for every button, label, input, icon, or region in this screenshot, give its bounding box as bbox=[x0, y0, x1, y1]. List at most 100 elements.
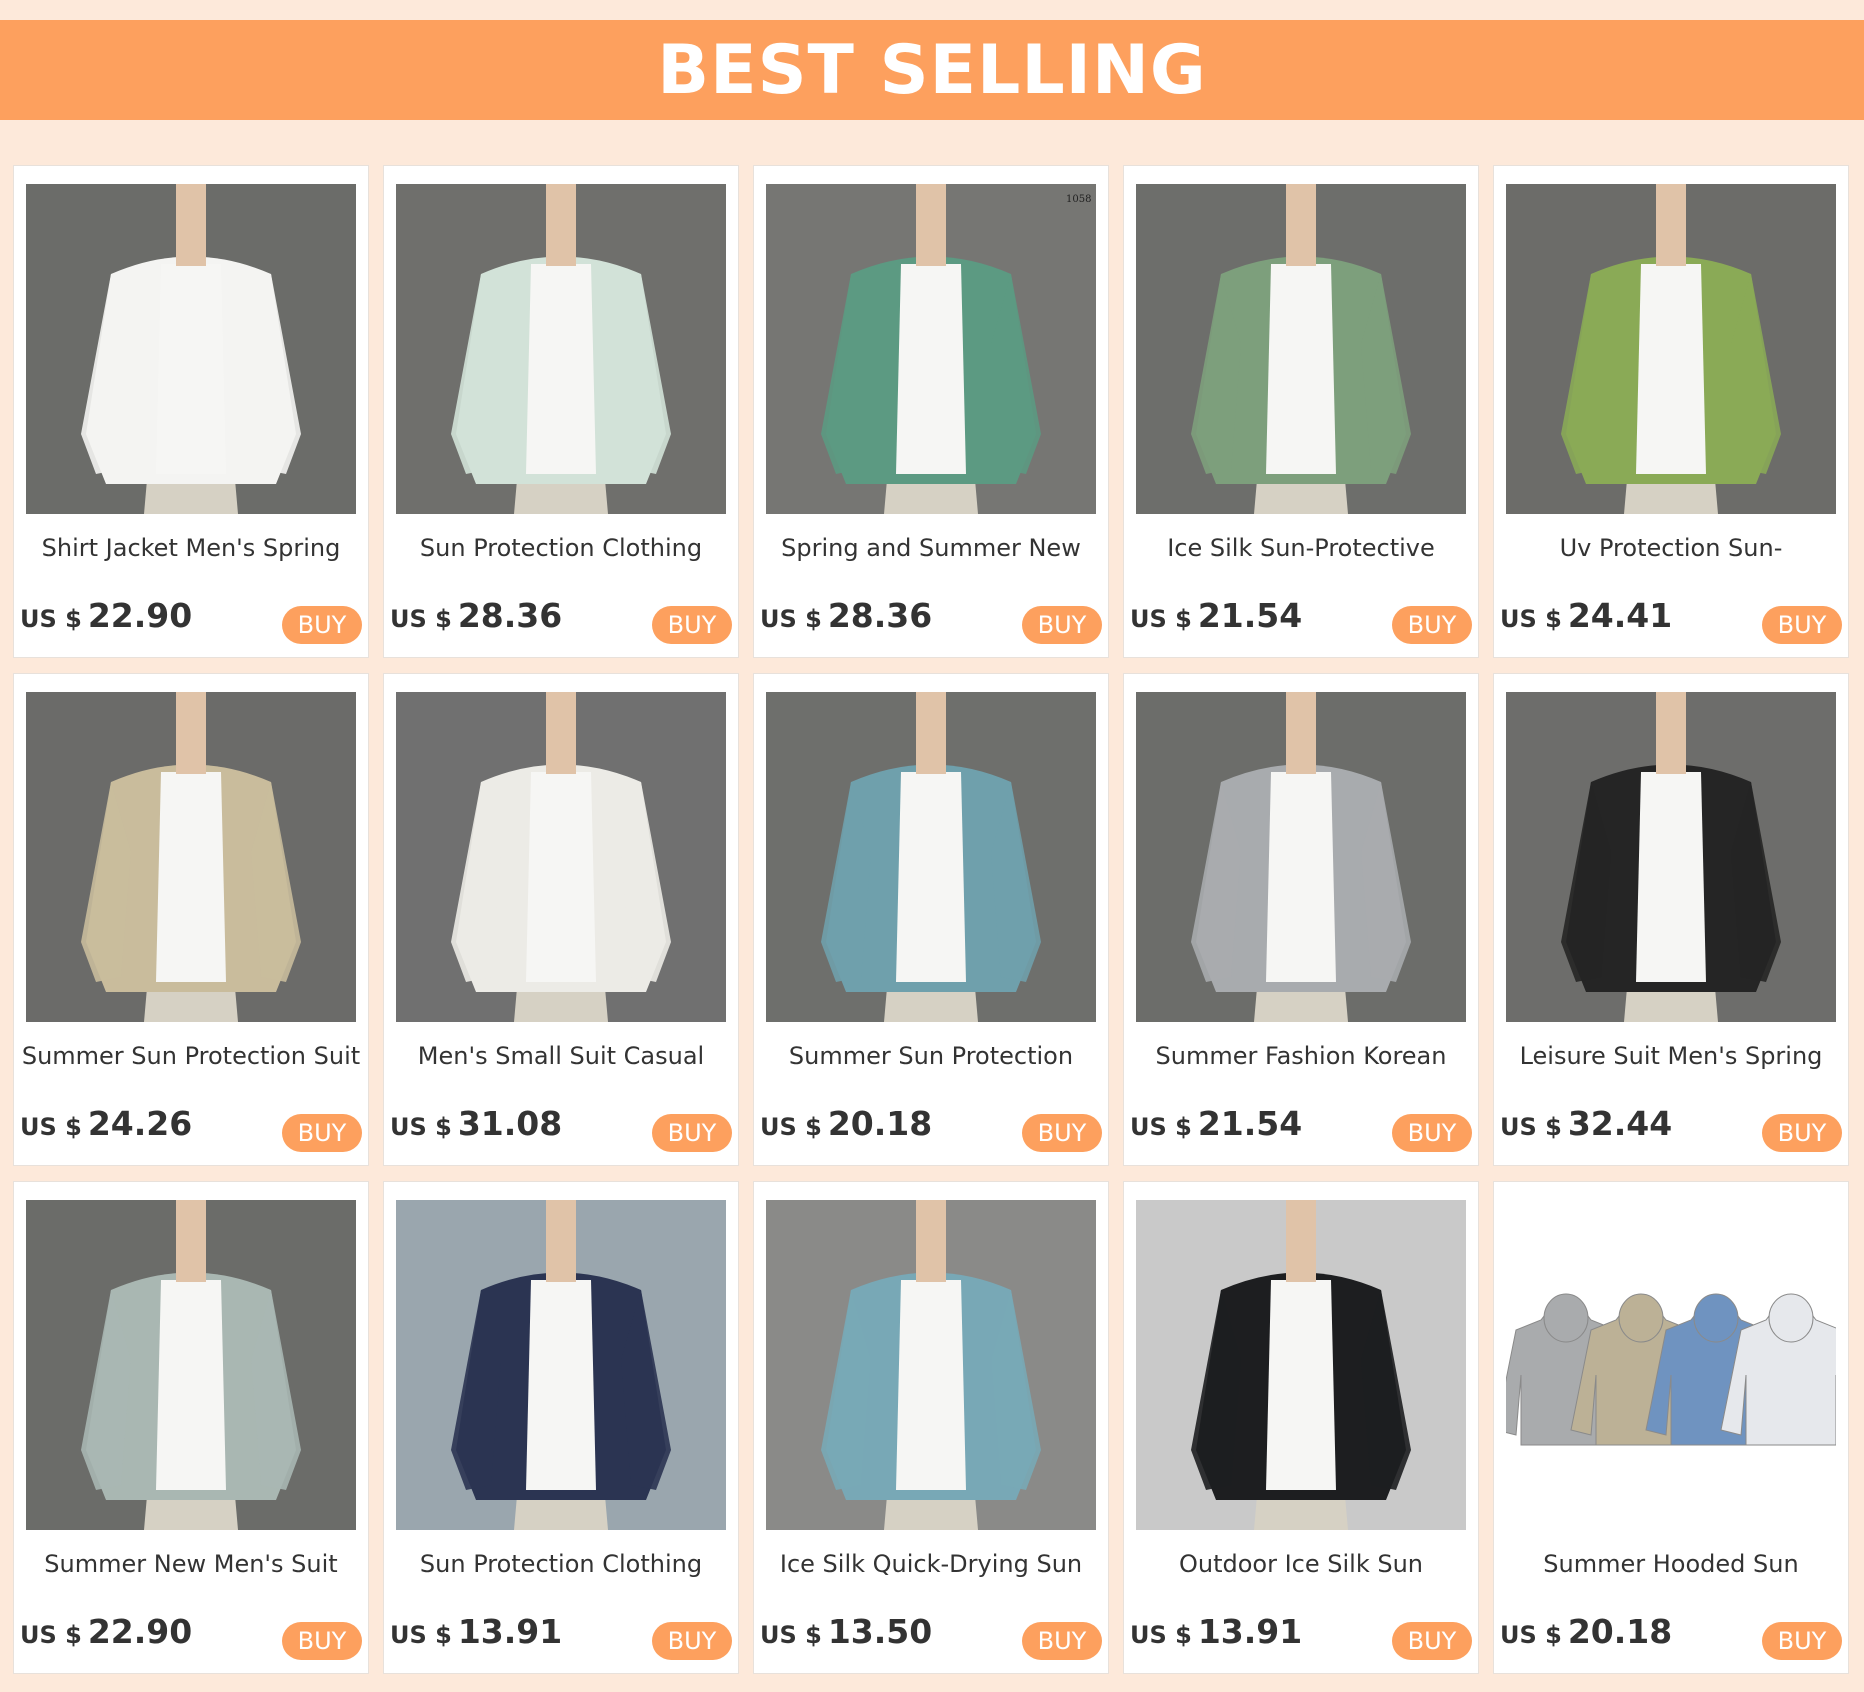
price-amount: 13.50 bbox=[827, 1612, 933, 1651]
buy-button[interactable]: BUY bbox=[1022, 1114, 1102, 1152]
product-title[interactable]: Shirt Jacket Men's Spring bbox=[18, 534, 364, 562]
buy-button[interactable]: BUY bbox=[652, 1114, 732, 1152]
product-image[interactable] bbox=[1136, 1200, 1466, 1530]
price-amount: 20.18 bbox=[1567, 1612, 1673, 1651]
product-card[interactable]: Summer New Men's Suit US $22.90 BUY bbox=[13, 1181, 369, 1674]
product-title[interactable]: Summer New Men's Suit bbox=[18, 1550, 364, 1578]
price-amount: 31.08 bbox=[457, 1104, 563, 1143]
product-image[interactable]: 1058 bbox=[766, 184, 1096, 514]
buy-button[interactable]: BUY bbox=[1022, 606, 1102, 644]
jackets-photo bbox=[1506, 1200, 1836, 1530]
product-price: US $21.54 bbox=[1130, 596, 1302, 635]
price-amount: 21.54 bbox=[1197, 596, 1303, 635]
product-title[interactable]: Summer Sun Protection Suit bbox=[18, 1042, 364, 1070]
price-currency: US $ bbox=[1500, 605, 1562, 633]
buy-button[interactable]: BUY bbox=[1392, 1114, 1472, 1152]
product-price: US $22.90 bbox=[20, 596, 192, 635]
product-title[interactable]: Spring and Summer New bbox=[758, 534, 1104, 562]
product-image[interactable] bbox=[1136, 692, 1466, 1022]
price-amount: 13.91 bbox=[1197, 1612, 1303, 1651]
buy-button[interactable]: BUY bbox=[652, 606, 732, 644]
product-price: US $32.44 bbox=[1500, 1104, 1672, 1143]
banner-title: BEST SELLING bbox=[657, 30, 1207, 110]
product-title[interactable]: Summer Fashion Korean bbox=[1128, 1042, 1474, 1070]
product-title[interactable]: Sun Protection Clothing bbox=[388, 1550, 734, 1578]
buy-button[interactable]: BUY bbox=[1762, 606, 1842, 644]
product-image[interactable] bbox=[1136, 184, 1466, 514]
svg-text:1058: 1058 bbox=[1066, 194, 1091, 205]
product-card[interactable]: Summer Hooded Sun US $20.18 BUY bbox=[1493, 1181, 1849, 1674]
product-image[interactable] bbox=[26, 1200, 356, 1530]
product-grid: Shirt Jacket Men's Spring US $22.90 BUY Su… bbox=[13, 165, 1849, 1674]
product-title[interactable]: Ice Silk Quick-Drying Sun bbox=[758, 1550, 1104, 1578]
product-card[interactable]: Uv Protection Sun- US $24.41 BUY bbox=[1493, 165, 1849, 658]
buy-button[interactable]: BUY bbox=[1392, 1622, 1472, 1660]
product-image[interactable] bbox=[26, 184, 356, 514]
price-currency: US $ bbox=[390, 605, 452, 633]
product-card[interactable]: Sun Protection Clothing US $13.91 BUY bbox=[383, 1181, 739, 1674]
product-card[interactable]: Summer Sun Protection Suit US $24.26 BUY bbox=[13, 673, 369, 1166]
model-photo bbox=[1136, 184, 1466, 514]
product-title[interactable]: Ice Silk Sun-Protective bbox=[1128, 534, 1474, 562]
product-card[interactable]: Leisure Suit Men's Spring US $32.44 BUY bbox=[1493, 673, 1849, 1166]
product-image[interactable] bbox=[396, 184, 726, 514]
price-currency: US $ bbox=[1500, 1621, 1562, 1649]
product-card[interactable]: Outdoor Ice Silk Sun US $13.91 BUY bbox=[1123, 1181, 1479, 1674]
product-card[interactable]: Shirt Jacket Men's Spring US $22.90 BUY bbox=[13, 165, 369, 658]
product-price: US $13.91 bbox=[390, 1612, 562, 1651]
price-amount: 13.91 bbox=[457, 1612, 563, 1651]
product-card[interactable]: Summer Fashion Korean US $21.54 BUY bbox=[1123, 673, 1479, 1166]
buy-button[interactable]: BUY bbox=[1762, 1114, 1842, 1152]
product-image[interactable] bbox=[766, 1200, 1096, 1530]
price-currency: US $ bbox=[1130, 1113, 1192, 1141]
product-card[interactable]: Ice Silk Sun-Protective US $21.54 BUY bbox=[1123, 165, 1479, 658]
buy-button[interactable]: BUY bbox=[652, 1622, 732, 1660]
model-photo bbox=[1136, 1200, 1466, 1530]
product-image[interactable] bbox=[396, 692, 726, 1022]
price-amount: 21.54 bbox=[1197, 1104, 1303, 1143]
model-photo bbox=[1506, 184, 1836, 514]
product-card[interactable]: Ice Silk Quick-Drying Sun US $13.50 BUY bbox=[753, 1181, 1109, 1674]
product-price: US $20.18 bbox=[760, 1104, 932, 1143]
product-price: US $21.54 bbox=[1130, 1104, 1302, 1143]
product-title[interactable]: Sun Protection Clothing bbox=[388, 534, 734, 562]
product-card[interactable]: 1058 Spring and Summer New US $28.36 BUY bbox=[753, 165, 1109, 658]
model-photo bbox=[766, 1200, 1096, 1530]
model-photo bbox=[1136, 692, 1466, 1022]
product-title[interactable]: Men's Small Suit Casual bbox=[388, 1042, 734, 1070]
product-image[interactable] bbox=[1506, 184, 1836, 514]
product-price: US $24.41 bbox=[1500, 596, 1672, 635]
price-currency: US $ bbox=[390, 1113, 452, 1141]
model-photo: 1058 bbox=[766, 184, 1096, 514]
buy-button[interactable]: BUY bbox=[1392, 606, 1472, 644]
product-price: US $24.26 bbox=[20, 1104, 192, 1143]
model-photo bbox=[26, 1200, 356, 1530]
product-image[interactable] bbox=[1506, 692, 1836, 1022]
product-card[interactable]: Men's Small Suit Casual US $31.08 BUY bbox=[383, 673, 739, 1166]
product-card[interactable]: Summer Sun Protection US $20.18 BUY bbox=[753, 673, 1109, 1166]
product-image[interactable] bbox=[396, 1200, 726, 1530]
product-image[interactable] bbox=[26, 692, 356, 1022]
buy-button[interactable]: BUY bbox=[1762, 1622, 1842, 1660]
product-image[interactable] bbox=[1506, 1200, 1836, 1530]
price-amount: 24.26 bbox=[87, 1104, 193, 1143]
product-title[interactable]: Summer Hooded Sun bbox=[1498, 1550, 1844, 1578]
product-title[interactable]: Summer Sun Protection bbox=[758, 1042, 1104, 1070]
model-photo bbox=[766, 692, 1096, 1022]
buy-button[interactable]: BUY bbox=[282, 606, 362, 644]
product-title[interactable]: Leisure Suit Men's Spring bbox=[1498, 1042, 1844, 1070]
buy-button[interactable]: BUY bbox=[1022, 1622, 1102, 1660]
product-card[interactable]: Sun Protection Clothing US $28.36 BUY bbox=[383, 165, 739, 658]
product-price: US $22.90 bbox=[20, 1612, 192, 1651]
product-image[interactable] bbox=[766, 692, 1096, 1022]
price-amount: 22.90 bbox=[87, 1612, 193, 1651]
price-currency: US $ bbox=[760, 1113, 822, 1141]
price-currency: US $ bbox=[390, 1621, 452, 1649]
price-amount: 28.36 bbox=[827, 596, 933, 635]
buy-button[interactable]: BUY bbox=[282, 1622, 362, 1660]
buy-button[interactable]: BUY bbox=[282, 1114, 362, 1152]
product-title[interactable]: Uv Protection Sun- bbox=[1498, 534, 1844, 562]
product-title[interactable]: Outdoor Ice Silk Sun bbox=[1128, 1550, 1474, 1578]
model-photo bbox=[26, 184, 356, 514]
price-currency: US $ bbox=[1130, 1621, 1192, 1649]
